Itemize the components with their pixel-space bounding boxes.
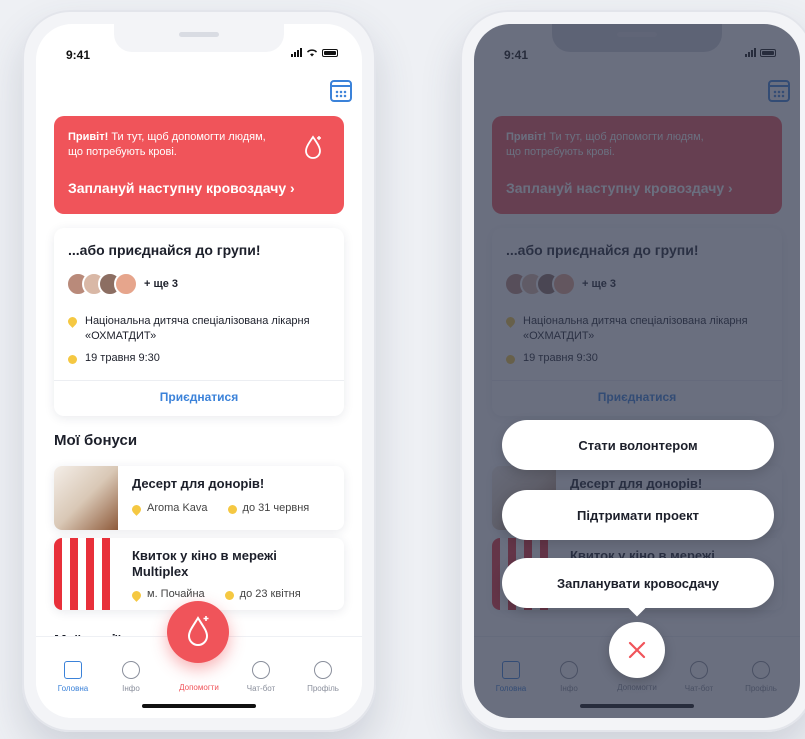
- home-screen: 9:41 Привіт! Ти тут, щоб допомогти людям…: [36, 24, 362, 718]
- signal-icon: [291, 48, 302, 57]
- support-project-button[interactable]: Підтримати проект: [502, 490, 774, 540]
- blood-drop-icon: [305, 135, 321, 159]
- notch: [114, 24, 284, 52]
- status-icons: [291, 48, 338, 57]
- location-text: Національна дитяча спеціалізована лікарн…: [85, 315, 310, 342]
- group-card-title: ...або приєднайся до групи!: [68, 242, 261, 258]
- actions-screen: 9:41 Привіт! Ти тут, щоб допомогти людям…: [474, 24, 800, 718]
- tab-chatbot[interactable]: Чат-бот: [236, 661, 286, 693]
- tab-help-label[interactable]: Допомогти: [174, 683, 224, 692]
- home-icon: [64, 661, 82, 679]
- schedule-donation-link[interactable]: Заплануй наступну кровоздачу ›: [68, 180, 295, 196]
- status-time: 9:41: [66, 48, 91, 62]
- bonus-meta: Aroma Kava до 31 червня: [130, 502, 310, 516]
- dessert-image: [54, 466, 118, 530]
- avatar: [114, 272, 138, 296]
- location-row: Національна дитяча спеціалізована лікарн…: [66, 314, 318, 344]
- bonus-until: до 23 квітня: [239, 588, 301, 600]
- phone-home: 9:41 Привіт! Ти тут, щоб допомогти людям…: [22, 10, 376, 732]
- bonus-meta: м. Почайна до 23 квітня: [130, 588, 301, 602]
- tab-home[interactable]: Головна: [48, 661, 98, 693]
- clock-icon: [227, 505, 237, 514]
- cinema-image: [54, 538, 118, 610]
- help-fab[interactable]: [167, 601, 229, 663]
- wifi-icon: [307, 49, 317, 57]
- calendar-icon[interactable]: [330, 80, 352, 102]
- tab-info[interactable]: Інфо: [106, 661, 156, 693]
- bonus-title: Десерт для донорів!: [132, 476, 265, 491]
- close-button[interactable]: [609, 622, 665, 678]
- location-pin-icon: [130, 589, 143, 602]
- datetime-text: 19 травня 9:30: [85, 352, 160, 364]
- avatar-group: [66, 272, 138, 296]
- bonus-until: до 31 червня: [242, 502, 310, 514]
- bonus-place: Aroma Kava: [147, 502, 208, 514]
- bonus-title: Квиток у кіно в мережі Multiplex: [132, 548, 277, 579]
- close-icon: [628, 641, 646, 659]
- hero-banner[interactable]: Привіт! Ти тут, щоб допомогти людям, що …: [54, 116, 344, 214]
- volunteer-button[interactable]: Стати волонтером: [502, 420, 774, 470]
- bonuses-title: Мої бонуси: [54, 432, 138, 449]
- blood-drop-icon: [187, 616, 209, 646]
- battery-icon: [322, 48, 338, 57]
- tab-bar: Головна Інфо Допомогти Чат-бот Профіль: [36, 601, 362, 718]
- chat-icon: [252, 661, 270, 679]
- bonus-card[interactable]: Квиток у кіно в мережі Multiplex м. Поча…: [54, 538, 344, 610]
- profile-icon: [314, 661, 332, 679]
- location-pin-icon: [130, 503, 143, 516]
- home-indicator: [142, 704, 256, 708]
- location-pin-icon: [66, 315, 79, 328]
- divider: [54, 380, 344, 381]
- tab-profile[interactable]: Профіль: [298, 661, 348, 693]
- datetime-row: 19 травня 9:30: [68, 352, 160, 364]
- group-card: ...або приєднайся до групи! + ще 3 Націо…: [54, 228, 344, 416]
- chevron-right-icon: ›: [290, 180, 295, 196]
- join-button[interactable]: Приєднатися: [54, 390, 344, 404]
- phone-actions: 9:41 Привіт! Ти тут, щоб допомогти людям…: [460, 10, 805, 732]
- hero-greeting: Привіт! Ти тут, щоб допомогти людям, що …: [68, 131, 266, 158]
- more-members: + ще 3: [144, 278, 179, 290]
- clock-icon: [224, 591, 234, 600]
- bonus-place: м. Почайна: [147, 588, 205, 600]
- clock-icon: [68, 355, 77, 364]
- info-icon: [122, 661, 140, 679]
- bonus-card[interactable]: Десерт для донорів! Aroma Kava до 31 чер…: [54, 466, 344, 530]
